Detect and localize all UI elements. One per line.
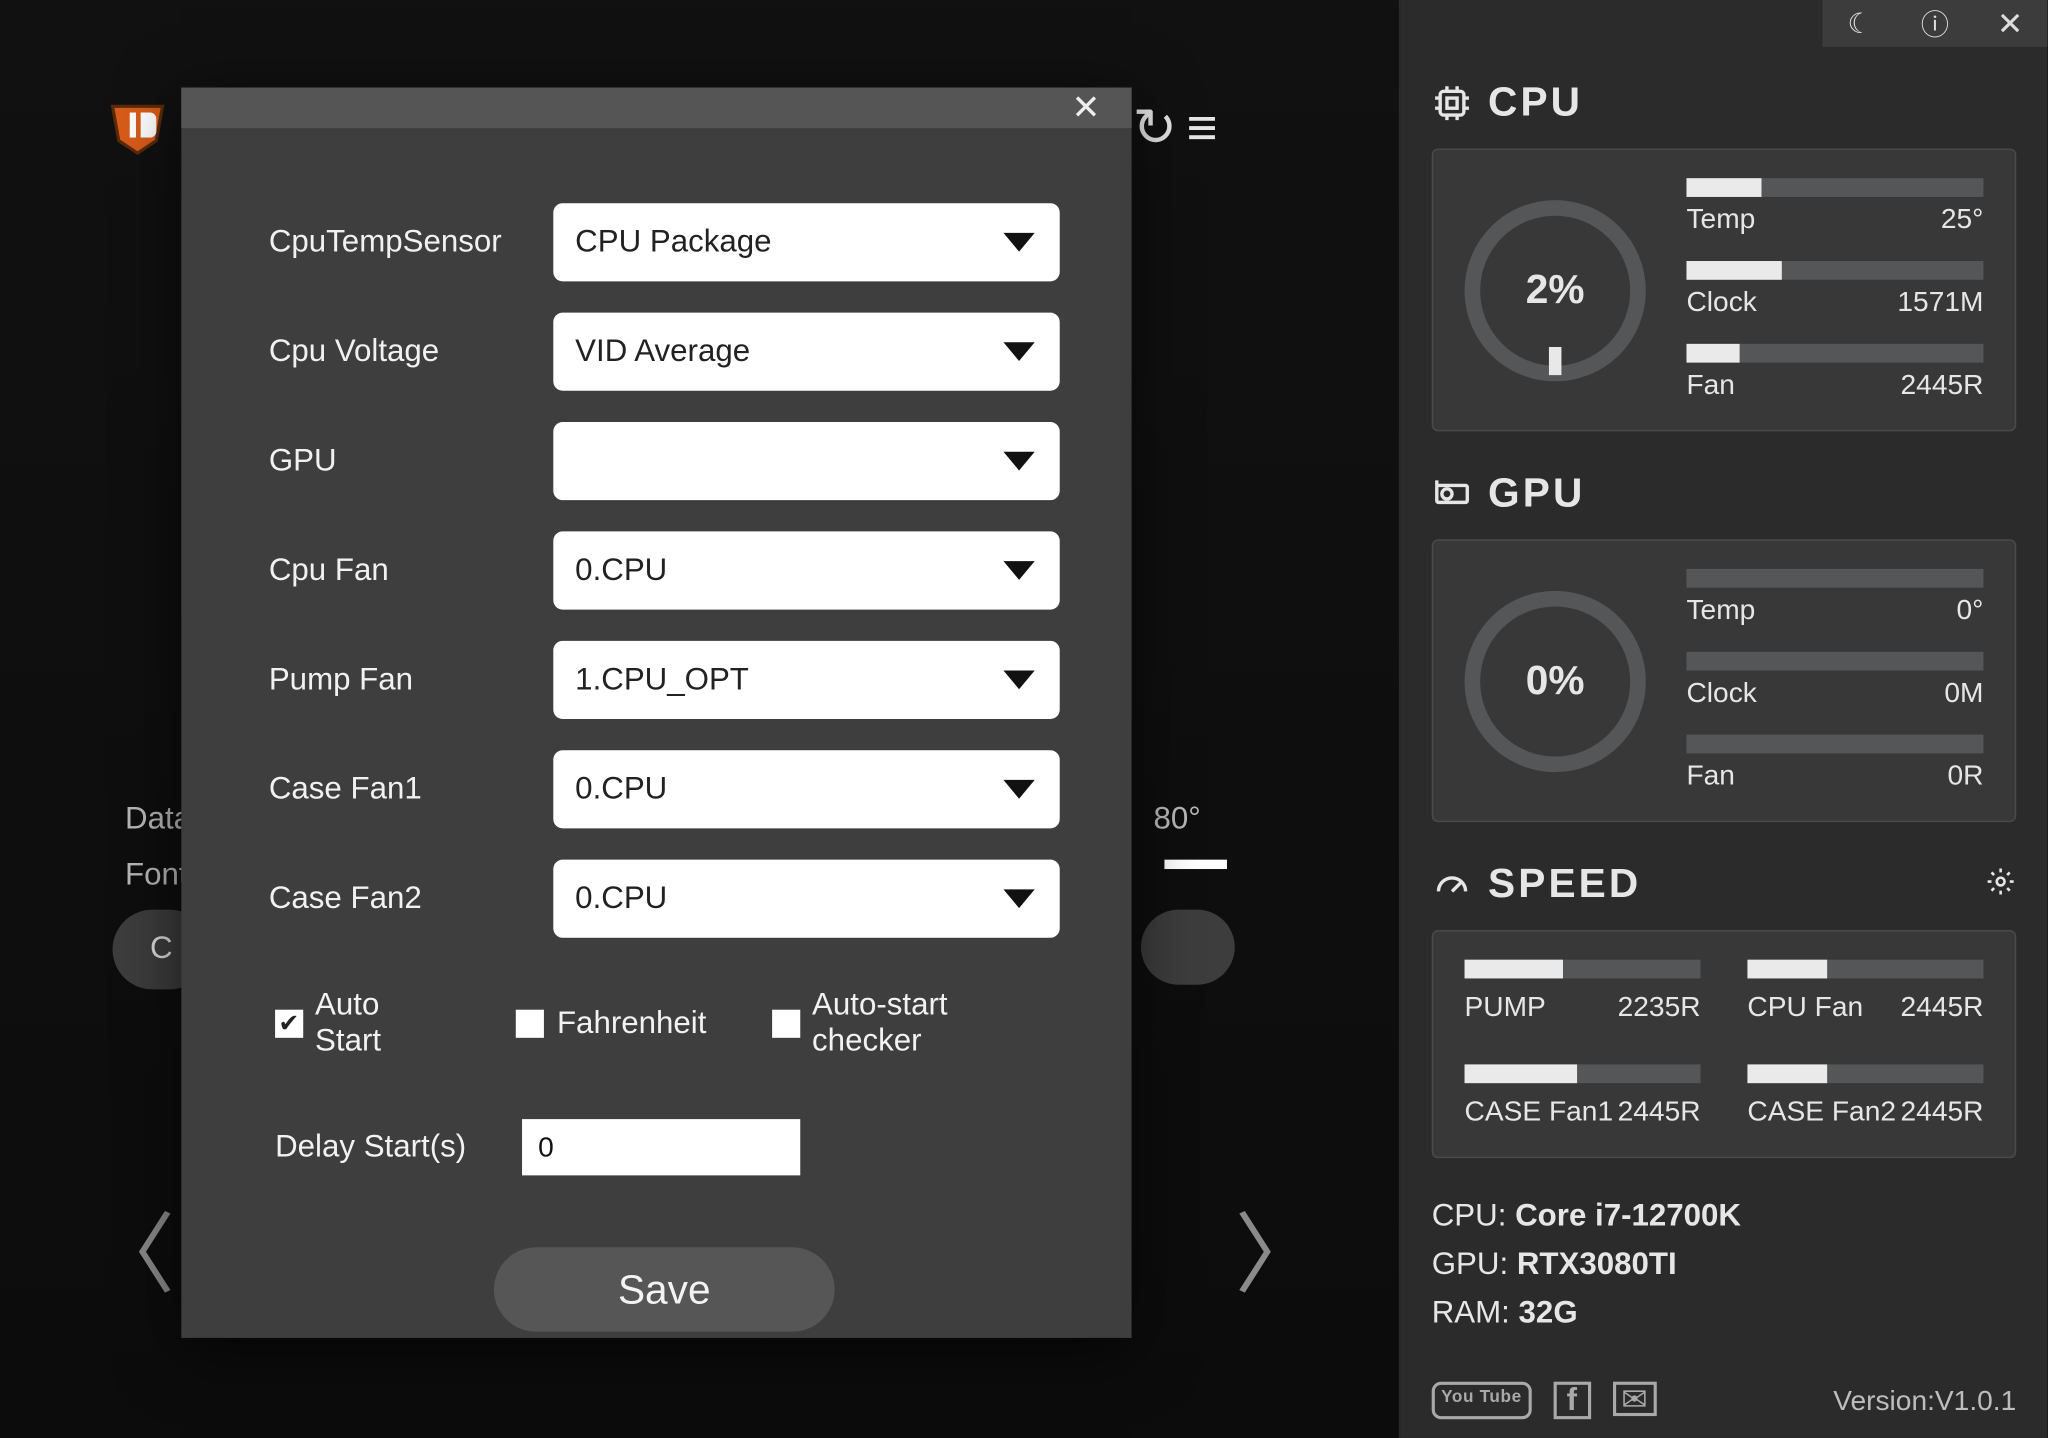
hardware-summary: CPU: Core i7-12700K GPU: RTX3080TI RAM: … <box>1432 1193 2017 1338</box>
cpu-icon <box>1432 82 1473 123</box>
speed-settings-button[interactable] <box>1985 860 2016 908</box>
window-controls: ☾ ⓘ ✕ <box>1822 0 2047 47</box>
cpu-temp-sensor-label: CpuTempSensor <box>269 224 516 260</box>
checkbox-icon <box>772 1010 799 1038</box>
cpu-voltage-select[interactable]: VID Average <box>553 313 1059 391</box>
window-close-button[interactable]: ✕ <box>1973 0 2048 47</box>
cpu-fan-metric: Fan2445R <box>1686 344 1983 402</box>
facebook-icon[interactable]: f <box>1553 1382 1591 1420</box>
app-root: ID ↻ ≡ Data Font 80° C 〈 〉 ✕ CpuTempSens… <box>0 0 2048 1438</box>
modal-body: CpuTempSensor CPU Package Cpu Voltage VI… <box>181 128 1131 1369</box>
cpu-fan-select[interactable]: 0.CPU <box>553 531 1059 609</box>
gpu-fan-metric: Fan0R <box>1686 735 1983 793</box>
gpu-usage-gauge: 0% <box>1465 590 1646 771</box>
casefan2-speed: CASE Fan22445R <box>1747 1064 1983 1128</box>
cpu-usage-gauge: 2% <box>1465 199 1646 380</box>
autostart-checker-checkbox[interactable]: Auto-start checker <box>772 988 1060 1060</box>
save-button[interactable]: Save <box>494 1247 835 1331</box>
case-fan1-label: Case Fan1 <box>269 771 516 807</box>
cpu-fan-label: Cpu Fan <box>269 553 516 589</box>
mail-icon[interactable]: ✉ <box>1613 1382 1657 1416</box>
case-fan1-select[interactable]: 0.CPU <box>553 750 1059 828</box>
cpu-usage-value: 2% <box>1526 266 1585 314</box>
checkbox-row: ✔ Auto Start Fahrenheit Auto-start check… <box>275 988 1060 1060</box>
social-links: You Tube f ✉ <box>1432 1382 1657 1420</box>
case-fan2-label: Case Fan2 <box>269 881 516 917</box>
gpu-section-title: GPU <box>1432 469 2017 517</box>
fahrenheit-label: Fahrenheit <box>557 1006 706 1042</box>
cpufan-speed: CPU Fan2445R <box>1747 960 1983 1024</box>
bg-80-label: 80° <box>1153 802 1200 838</box>
gpu-panel: 0% Temp0° Clock0M Fan0R <box>1432 539 2017 822</box>
checkbox-icon <box>516 1010 544 1038</box>
logo-icon <box>106 94 169 157</box>
auto-start-label: Auto Start <box>315 988 451 1060</box>
cpu-temp-sensor-select[interactable]: CPU Package <box>553 203 1059 281</box>
gear-icon <box>1985 866 2016 897</box>
refresh-icon: ↻ <box>1133 97 1178 160</box>
cpu-clock-metric: Clock1571M <box>1686 261 1983 319</box>
gpu-temp-metric: Temp0° <box>1686 569 1983 627</box>
autostart-checker-label: Auto-start checker <box>812 988 1060 1060</box>
delay-start-input[interactable] <box>522 1119 800 1175</box>
settings-modal: ✕ CpuTempSensor CPU Package Cpu Voltage … <box>181 88 1131 1338</box>
cpu-panel: 2% Temp25° Clock1571M Fan2445R <box>1432 148 2017 431</box>
case-fan2-select[interactable]: 0.CPU <box>553 860 1059 938</box>
next-arrow-button[interactable]: 〉 <box>1235 1185 1323 1312</box>
speed-section-title: SPEED <box>1432 860 2017 908</box>
gpu-select[interactable] <box>553 422 1059 500</box>
cpu-temp-metric: Temp25° <box>1686 178 1983 236</box>
moon-icon: ☾ <box>1847 7 1872 40</box>
bg-font-label: Font <box>125 858 188 894</box>
close-icon[interactable]: ✕ <box>1062 88 1110 129</box>
footer: You Tube f ✉ Version:V1.0.1 <box>1432 1360 2017 1419</box>
casefan1-speed: CASE Fan12445R <box>1465 1064 1701 1128</box>
fahrenheit-checkbox[interactable]: Fahrenheit <box>516 988 706 1060</box>
pump-fan-label: Pump Fan <box>269 662 516 698</box>
youtube-icon[interactable]: You Tube <box>1432 1382 1532 1420</box>
main-area: ID ↻ ≡ Data Font 80° C 〈 〉 ✕ CpuTempSens… <box>0 0 1400 1438</box>
pump-fan-select[interactable]: 1.CPU_OPT <box>553 641 1059 719</box>
gpu-clock-metric: Clock0M <box>1686 652 1983 710</box>
auto-start-checkbox[interactable]: ✔ Auto Start <box>275 988 451 1060</box>
checkbox-icon: ✔ <box>275 1010 302 1038</box>
gpu-icon <box>1432 473 1473 514</box>
speed-icon <box>1432 864 1473 905</box>
sidebar: ☾ ⓘ ✕ CPU 2% Temp25° <box>1400 0 2047 1438</box>
delay-start-label: Delay Start(s) <box>275 1129 466 1165</box>
pump-speed: PUMP2235R <box>1465 960 1701 1024</box>
close-icon: ✕ <box>1997 4 2023 43</box>
menu-icon-area[interactable]: ↻ ≡ <box>1133 97 1212 160</box>
info-button[interactable]: ⓘ <box>1897 0 1972 47</box>
speed-panel: PUMP2235R CPU Fan2445R CASE Fan12445R CA… <box>1432 930 2017 1158</box>
dark-mode-button[interactable]: ☾ <box>1822 0 1897 47</box>
version-label: Version:V1.0.1 <box>1833 1384 2016 1417</box>
hamburger-icon: ≡ <box>1187 98 1212 159</box>
bg-slider-fill <box>1164 860 1227 869</box>
bg-right-pill[interactable] <box>1141 910 1235 985</box>
gpu-usage-value: 0% <box>1526 656 1585 704</box>
info-icon: ⓘ <box>1921 3 1949 44</box>
modal-titlebar: ✕ <box>181 88 1131 129</box>
cpu-voltage-label: Cpu Voltage <box>269 334 516 370</box>
cpu-section-title: CPU <box>1432 78 2017 126</box>
gpu-label: GPU <box>269 443 516 479</box>
prev-arrow-button[interactable]: 〈 <box>88 1185 176 1312</box>
